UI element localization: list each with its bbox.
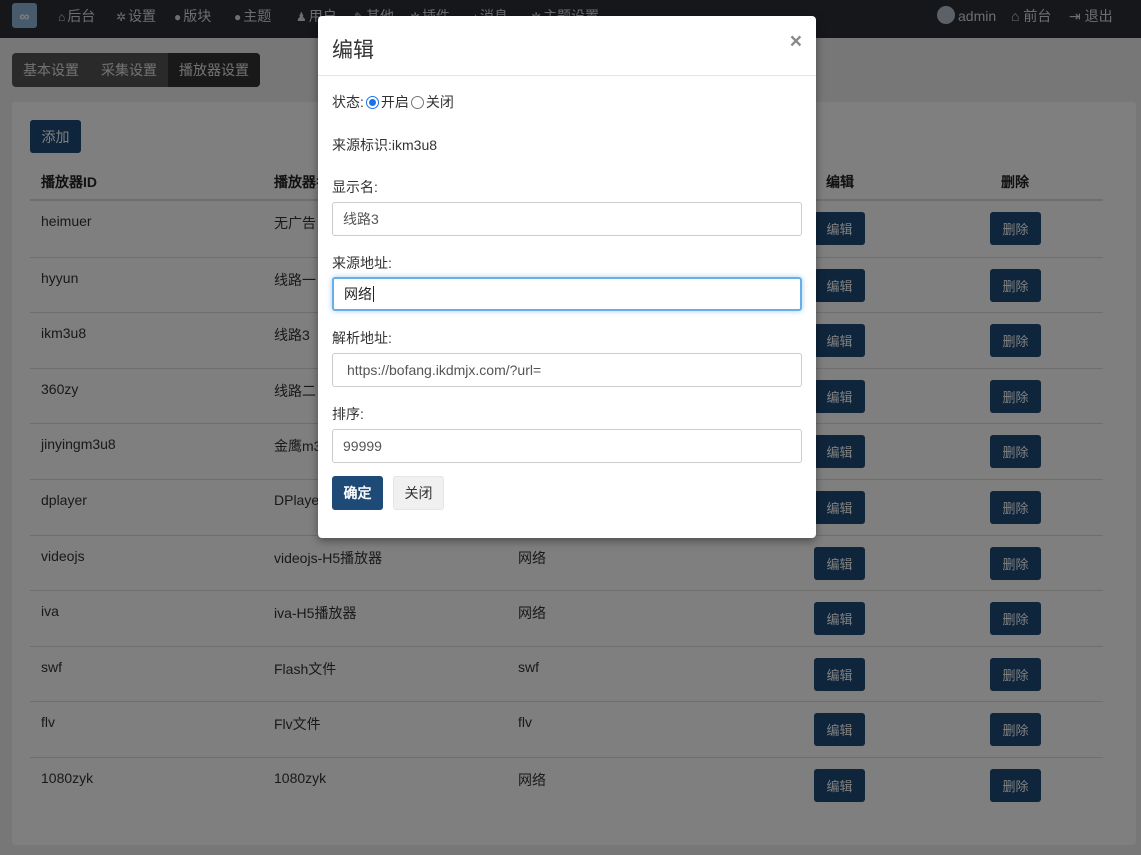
modal-title: 编辑 (332, 39, 374, 62)
parse-addr-input[interactable]: https://bofang.ikdmjx.com/?url= (332, 353, 802, 387)
sort-label: 排序: (332, 406, 364, 422)
modal-divider (318, 75, 816, 76)
status-on-radio[interactable] (365, 96, 379, 109)
display-name-label: 显示名: (332, 179, 378, 195)
parse-addr-label: 解析地址: (332, 330, 392, 346)
confirm-button[interactable]: 确定 (332, 476, 383, 510)
close-icon[interactable]: × (790, 30, 802, 54)
sort-input[interactable]: 99999 (332, 429, 802, 463)
display-name-input[interactable]: 线路3 (332, 202, 802, 236)
status-label: 状态: (332, 94, 364, 110)
status-off-label[interactable]: 关闭 (426, 94, 454, 110)
source-id-label: 来源标识: (332, 137, 392, 153)
source-addr-value: 网络 (344, 286, 372, 302)
edit-modal: 编辑 × 状态: 开启 关闭 来源标识:ikm3u8 显示名: 线路3 来源地址: … (318, 16, 816, 538)
close-button[interactable]: 关闭 (393, 476, 444, 510)
source-id-row: 来源标识:ikm3u8 (332, 135, 437, 155)
status-on-label[interactable]: 开启 (381, 94, 409, 110)
text-cursor (373, 286, 374, 302)
source-addr-label: 来源地址: (332, 255, 392, 271)
status-off-radio[interactable] (410, 96, 424, 109)
source-id-value: ikm3u8 (391, 137, 438, 153)
status-row: 状态: 开启 关闭 (332, 92, 454, 112)
source-addr-input[interactable]: 网络 (332, 277, 802, 311)
